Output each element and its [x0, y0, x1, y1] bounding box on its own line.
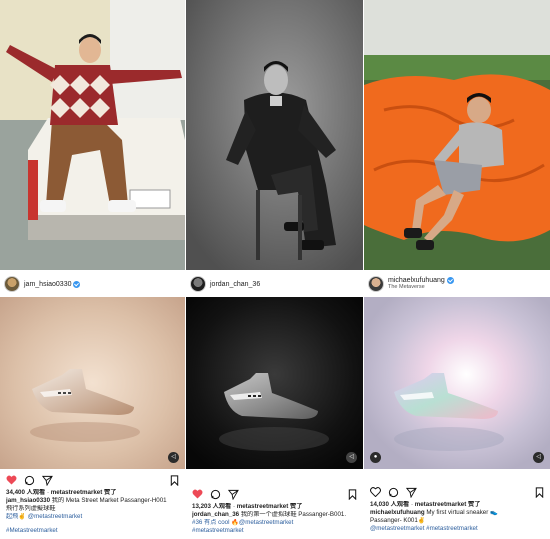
caption-mention[interactable]: @metastreetmarket #metastreetmarket [370, 525, 546, 533]
post-actions [0, 472, 185, 488]
celebrity-photo-1 [0, 0, 185, 270]
comment-icon[interactable] [209, 488, 221, 500]
post-caption: 34,400 人观看 · metastreetmarket 赞了 jam_hsi… [6, 489, 181, 535]
username[interactable]: jam_hsiao0330 [24, 280, 81, 288]
user-icon[interactable]: ● [370, 452, 381, 463]
username-text[interactable]: michaelxufuhuang [388, 277, 445, 284]
caption-text-line: My first virtual sneaker 👟 [426, 509, 498, 516]
avatar[interactable] [190, 276, 206, 292]
caption-text-line: 飛行系列虛擬球鞋 [6, 505, 56, 512]
post-caption: 14,030 人观看 · metastreetmarket 赞了 michael… [370, 501, 546, 533]
post-header[interactable]: jam_hsiao0330 [0, 272, 185, 296]
celebrity-photo-2 [186, 0, 363, 270]
heart-icon[interactable] [5, 474, 17, 486]
caption-text-line: 我的 Meta Street Market Passanger-H001 [51, 497, 167, 504]
post-media[interactable]: ● ◁ [364, 297, 550, 469]
verified-badge-icon [73, 280, 81, 288]
verified-badge-icon [446, 277, 454, 285]
heart-icon[interactable] [191, 488, 203, 500]
username[interactable]: jordan_chan_36 [210, 281, 260, 288]
post-header[interactable]: michaelxufuhuang The Metaverse [364, 272, 550, 296]
location-text[interactable]: The Metaverse [388, 285, 454, 291]
username-text[interactable]: jam_hsiao0330 [24, 281, 71, 288]
caption-username[interactable]: jordan_chan_36 [192, 511, 239, 518]
post-column-2: jordan_chan_36 ◁ 13,203 人观看 · metastreet… [186, 0, 363, 539]
post-column-3: michaelxufuhuang The Metaverse ● ◁ 14,03… [364, 0, 550, 539]
post-header[interactable]: jordan_chan_36 [186, 272, 363, 296]
view-count: 13,203 人观看 [192, 503, 232, 510]
hashtag-link[interactable]: #metastreetmarket [192, 527, 359, 535]
heart-icon[interactable] [369, 486, 381, 498]
caption-username[interactable]: michaelxufuhuang [370, 509, 425, 516]
caption-mention[interactable]: #36 有点 cool 🔥@metastreetmarket [192, 519, 359, 527]
bookmark-icon[interactable] [346, 488, 358, 500]
bookmark-icon[interactable] [168, 474, 180, 486]
liked-by-text[interactable]: metastreetmarket 赞了 [51, 489, 117, 496]
share-icon[interactable] [405, 486, 417, 498]
mute-icon[interactable]: ◁ [168, 452, 179, 463]
share-icon[interactable] [227, 488, 239, 500]
post-media[interactable]: ◁ [186, 297, 363, 469]
hashtag-link[interactable]: #Metastreetmarket [6, 527, 181, 535]
post-actions [364, 484, 550, 500]
post-caption: 13,203 人观看 · metastreetmarket 赞了 jordan_… [192, 503, 359, 535]
comment-icon[interactable] [23, 474, 35, 486]
avatar[interactable] [368, 276, 384, 292]
avatar[interactable] [4, 276, 20, 292]
mute-icon[interactable]: ◁ [346, 452, 357, 463]
liked-by-text[interactable]: metastreetmarket 赞了 [415, 501, 481, 508]
username-text[interactable]: jordan_chan_36 [210, 281, 260, 288]
view-count: 14,030 人观看 [370, 501, 410, 508]
caption-text-line: 我的第一个虚拟球鞋 Passanger-B001. [240, 511, 347, 518]
post-media[interactable]: ◁ [0, 297, 185, 469]
post-column-1: jam_hsiao0330 ◁ 34,400 人观看 · metastreetm… [0, 0, 185, 539]
caption-text-line: Passanger- K001✌️ [370, 517, 426, 524]
caption-mention[interactable]: 起飛✌️ @metastreetmarket [6, 513, 181, 521]
caption-username[interactable]: jam_hsiao0330 [6, 497, 50, 504]
celebrity-photo-3 [364, 0, 550, 270]
share-icon[interactable] [41, 474, 53, 486]
bookmark-icon[interactable] [533, 486, 545, 498]
liked-by-text[interactable]: metastreetmarket 赞了 [237, 503, 303, 510]
post-actions [186, 486, 363, 502]
mute-icon[interactable]: ◁ [533, 452, 544, 463]
username[interactable]: michaelxufuhuang [388, 277, 454, 285]
comment-icon[interactable] [387, 486, 399, 498]
view-count: 34,400 人观看 [6, 489, 46, 496]
